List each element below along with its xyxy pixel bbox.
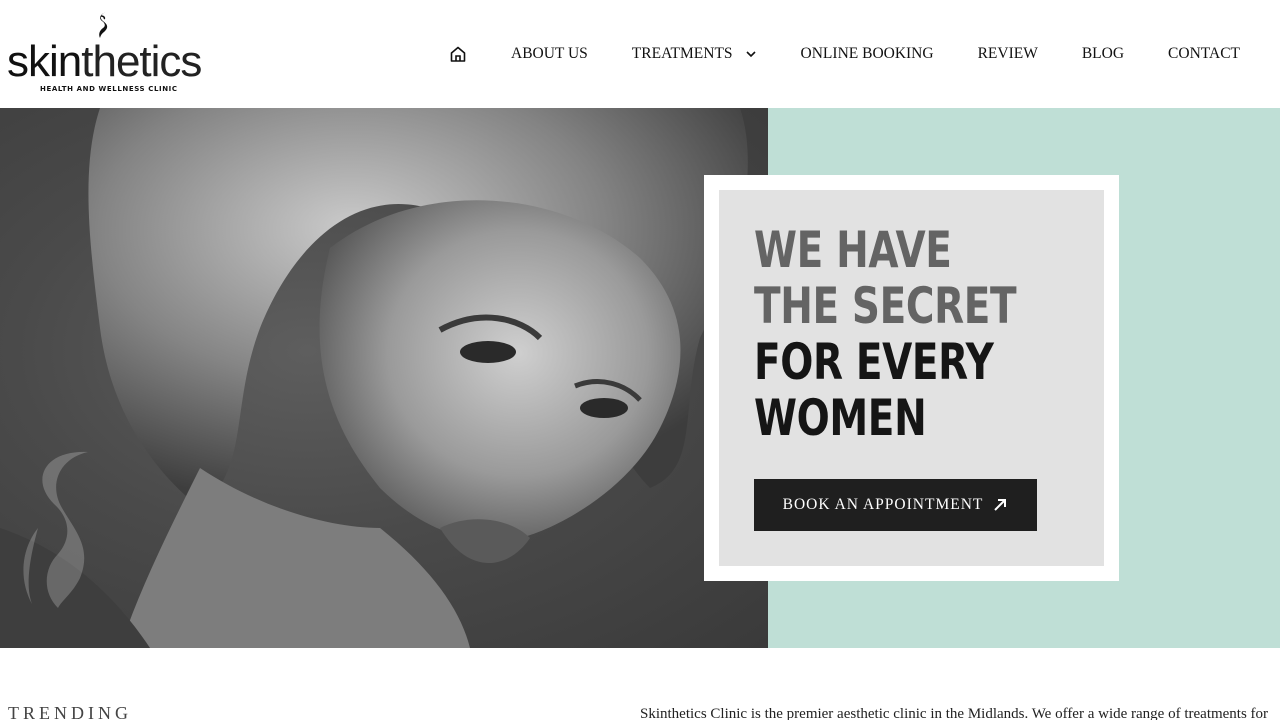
cta-label: BOOK AN APPOINTMENT xyxy=(782,496,984,513)
arrow-up-right-icon xyxy=(994,499,1007,511)
nav-item-label: CONTACT xyxy=(1168,45,1240,62)
main-navigation: ABOUT US TREATMENTS ONLINE BOOKING REVIE… xyxy=(448,40,1240,68)
hero-portrait-image xyxy=(0,108,768,648)
nav-item-review[interactable]: REVIEW xyxy=(978,45,1038,63)
headline-line: WE HAVE xyxy=(754,221,952,279)
hero-headline: WE HAVE THE SECRET FOR EVERY WOMEN xyxy=(754,221,1017,447)
nav-item-label: TREATMENTS xyxy=(631,45,733,62)
clinic-intro-text: Skinthetics Clinic is the premier aesthe… xyxy=(640,706,1269,720)
trending-heading: TRENDING xyxy=(8,703,132,720)
nav-item-blog[interactable]: BLOG xyxy=(1082,45,1124,63)
headline-line: WOMEN xyxy=(754,389,927,447)
site-header: skinthetics HEALTH AND WELLNESS CLINIC A… xyxy=(0,0,1280,108)
headline-line: FOR EVERY xyxy=(754,333,994,391)
nav-item-about-us[interactable]: ABOUT US xyxy=(511,45,588,63)
hero-card-frame: WE HAVE THE SECRET FOR EVERY WOMEN BOOK … xyxy=(704,175,1119,581)
nav-item-contact[interactable]: CONTACT xyxy=(1168,45,1240,63)
hero-banner: WE HAVE THE SECRET FOR EVERY WOMEN BOOK … xyxy=(0,108,1280,648)
book-appointment-button[interactable]: BOOK AN APPOINTMENT xyxy=(754,479,1037,531)
nav-item-label: ONLINE BOOKING xyxy=(800,45,934,62)
nav-home-link[interactable] xyxy=(448,44,468,64)
logo-tagline: HEALTH AND WELLNESS CLINIC xyxy=(40,85,178,93)
hero-card: WE HAVE THE SECRET FOR EVERY WOMEN BOOK … xyxy=(719,190,1104,566)
nav-item-treatments[interactable]: TREATMENTS xyxy=(632,45,757,63)
portrait-illustration xyxy=(0,108,748,648)
chevron-down-icon xyxy=(745,51,756,58)
logo-wordmark: skinthetics xyxy=(7,37,202,86)
home-icon xyxy=(450,46,466,62)
nav-item-label: ABOUT US xyxy=(511,45,588,62)
nav-item-label: BLOG xyxy=(1081,45,1125,62)
site-logo[interactable]: skinthetics HEALTH AND WELLNESS CLINIC xyxy=(7,8,207,98)
nav-item-online-booking[interactable]: ONLINE BOOKING xyxy=(801,45,934,63)
nav-item-label: REVIEW xyxy=(977,45,1038,62)
headline-line: THE SECRET xyxy=(754,277,1017,335)
skinthetics-s-logo-icon xyxy=(99,12,108,38)
